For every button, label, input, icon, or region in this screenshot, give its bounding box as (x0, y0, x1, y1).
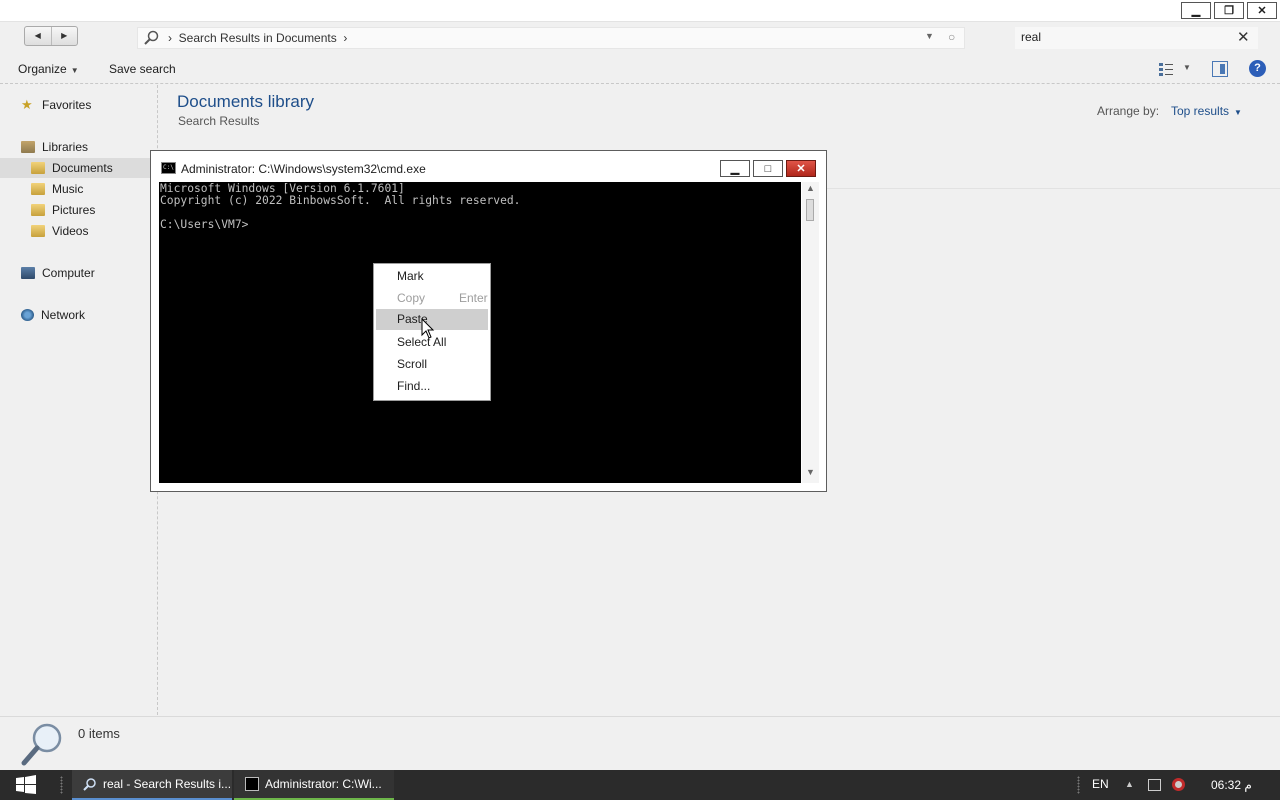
close-button[interactable]: ✕ (1247, 2, 1277, 19)
nav-label-libraries: Libraries (42, 140, 89, 154)
help-icon[interactable]: ? (1249, 60, 1266, 77)
nav-label-music: Music (52, 182, 84, 196)
cmd-close-button[interactable]: ✕ (786, 160, 816, 177)
breadcrumb-separator-end[interactable]: › (343, 31, 347, 45)
item-count: 0 items (78, 726, 120, 741)
nav-item-computer[interactable]: Computer (0, 263, 156, 283)
menu-item-copy[interactable]: Copy Enter (376, 288, 488, 309)
menu-item-label: Find... (397, 379, 431, 393)
breadcrumb-search-results[interactable]: Search Results in Documents (179, 31, 337, 45)
star-icon: ★ (21, 97, 33, 112)
nav-label-videos: Videos (52, 224, 89, 238)
clock[interactable]: 06:32 م (1211, 778, 1252, 792)
taskbar-grip[interactable] (1077, 776, 1080, 794)
nav-item-favorites[interactable]: ★ Favorites (0, 95, 156, 115)
taskbar-explorer-button[interactable]: real - Search Results i... (72, 770, 232, 800)
nav-item-videos[interactable]: Videos (0, 221, 156, 241)
explorer-title-bar: ▁ ❐ ✕ (0, 0, 1280, 22)
preview-pane-icon[interactable] (1212, 61, 1228, 77)
navigation-pane: ★ Favorites Libraries Documents Music Pi… (0, 85, 158, 715)
nav-item-documents[interactable]: Documents (0, 158, 156, 178)
menu-item-label: Copy (397, 291, 426, 305)
nav-item-network[interactable]: Network (0, 305, 156, 325)
search-icon (83, 778, 96, 791)
scroll-up-icon[interactable]: ▲ (806, 183, 815, 193)
address-path[interactable]: › Search Results in Documents › (168, 31, 347, 45)
nav-label-pictures: Pictures (52, 203, 96, 217)
cmd-title: Administrator: C:\Windows\system32\cmd.e… (181, 162, 426, 176)
address-bar[interactable]: › Search Results in Documents › ▼ ○ (137, 27, 965, 49)
scroll-thumb[interactable] (806, 199, 814, 221)
magnifier-icon (21, 723, 62, 766)
console-scrollbar[interactable]: ▲ ▼ (802, 182, 819, 483)
search-box[interactable]: real ✕ (1015, 27, 1258, 49)
refresh-icon[interactable]: ○ (948, 30, 955, 44)
menu-item-label: Scroll (397, 357, 428, 371)
restore-button[interactable]: ❐ (1214, 2, 1244, 19)
network-icon (21, 309, 34, 321)
nav-label-documents: Documents (52, 161, 113, 175)
chevron-down-icon: ▼ (70, 66, 79, 75)
nav-item-libraries[interactable]: Libraries (0, 137, 156, 157)
show-hidden-icons-icon[interactable]: ▲ (1125, 779, 1134, 789)
navigation-bar: ◀ ▶ › Search Results in Documents › ▼ ○ … (0, 22, 1280, 56)
action-center-flag-icon[interactable] (1148, 779, 1161, 791)
nav-item-music[interactable]: Music (0, 179, 156, 199)
menu-item-scroll[interactable]: Scroll (376, 354, 488, 375)
arrange-by-dropdown[interactable]: Top results ▼ (1171, 104, 1242, 118)
windows-start-icon[interactable] (15, 775, 37, 795)
tray-app-icon[interactable] (1172, 778, 1185, 791)
language-indicator[interactable]: EN (1092, 777, 1109, 791)
clear-search-icon[interactable]: ✕ (1237, 28, 1250, 46)
documents-folder-icon (31, 162, 45, 174)
breadcrumb-separator: › (168, 31, 172, 45)
cmd-title-bar[interactable]: C:\ Administrator: C:\Windows\system32\c… (151, 151, 826, 181)
music-folder-icon (31, 183, 45, 195)
cmd-icon: C:\ (161, 162, 176, 174)
cmd-icon (245, 777, 259, 791)
taskbar-grip[interactable] (60, 776, 63, 794)
pictures-folder-icon (31, 204, 45, 216)
view-options-icon[interactable] (1158, 61, 1174, 77)
computer-icon (21, 267, 35, 279)
organize-button[interactable]: Organize ▼ (18, 62, 79, 76)
back-icon[interactable]: ◀ (25, 27, 52, 45)
arrange-by-value: Top results (1171, 104, 1230, 118)
search-icon (144, 30, 159, 45)
taskbar-explorer-label: real - Search Results i... (103, 777, 232, 791)
nav-label-computer: Computer (42, 266, 95, 280)
menu-shortcut: Enter (459, 291, 488, 305)
nav-label-network: Network (41, 308, 86, 322)
organize-label: Organize (18, 62, 67, 76)
videos-folder-icon (31, 225, 45, 237)
cmd-minimize-button[interactable]: ▁ (720, 160, 750, 177)
save-search-button[interactable]: Save search (109, 62, 176, 76)
console-line: Copyright (c) 2022 BinbowsSoft. All righ… (160, 194, 521, 207)
taskbar: real - Search Results i... Administrator… (0, 770, 1280, 800)
library-subtitle: Search Results (178, 114, 260, 128)
address-dropdown-icon[interactable]: ▼ (925, 31, 934, 41)
command-bar: Organize ▼ Save search ▼ ? (0, 56, 1280, 84)
back-forward-buttons[interactable]: ◀ ▶ (24, 26, 78, 46)
menu-item-mark[interactable]: Mark (376, 266, 488, 287)
forward-icon[interactable]: ▶ (52, 27, 78, 45)
library-title: Documents library (177, 92, 314, 111)
cmd-maximize-button[interactable]: □ (753, 160, 783, 177)
view-dropdown-icon[interactable]: ▼ (1183, 63, 1191, 72)
mouse-cursor-icon (421, 318, 435, 339)
taskbar-cmd-button[interactable]: Administrator: C:\Wi... (234, 770, 394, 800)
library-icon (21, 141, 35, 153)
nav-label-favorites: Favorites (42, 98, 92, 112)
search-input[interactable]: real (1021, 30, 1041, 44)
arrange-by-label: Arrange by: (1097, 104, 1160, 118)
menu-item-find[interactable]: Find... (376, 376, 488, 397)
taskbar-cmd-label: Administrator: C:\Wi... (265, 777, 382, 791)
menu-item-label: Mark (397, 269, 424, 283)
status-bar: 0 items (0, 716, 1280, 770)
console-prompt: C:\Users\VM7> (160, 218, 249, 231)
minimize-button[interactable]: ▁ (1181, 2, 1211, 19)
chevron-down-icon: ▼ (1234, 108, 1242, 117)
nav-item-pictures[interactable]: Pictures (0, 200, 156, 220)
scroll-down-icon[interactable]: ▼ (806, 467, 815, 477)
